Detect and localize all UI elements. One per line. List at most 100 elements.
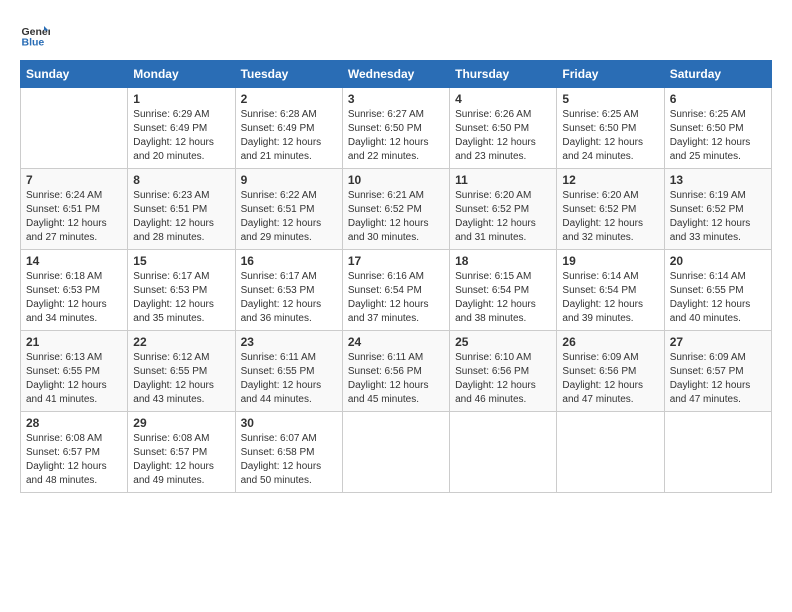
day-number: 27	[670, 335, 766, 349]
logo: General Blue	[20, 20, 52, 50]
calendar-cell: 22Sunrise: 6:12 AMSunset: 6:55 PMDayligh…	[128, 331, 235, 412]
day-info: Sunrise: 6:24 AMSunset: 6:51 PMDaylight:…	[26, 189, 122, 245]
calendar-cell: 3 Sunrise: 6:27 AMSunset: 6:50 PMDaylight…	[342, 88, 449, 169]
day-info: Sunrise: 6:20 AMSunset: 6:52 PMDaylight:…	[562, 189, 658, 245]
day-info: Sunrise: 6:11 AMSunset: 6:55 PMDaylight:…	[241, 351, 337, 407]
day-number: 10	[348, 173, 444, 187]
calendar-cell: 2Sunrise: 6:28 AMSunset: 6:49 PMDaylight…	[235, 88, 342, 169]
calendar-cell: 14 Sunrise: 6:18 AMSunset: 6:53 PMDayligh…	[21, 250, 128, 331]
day-info: Sunrise: 6:07 AMSunset: 6:58 PMDaylight:…	[241, 432, 337, 488]
day-number: 20	[670, 254, 766, 268]
day-number: 6	[670, 92, 766, 106]
day-info: Sunrise: 6:12 AMSunset: 6:55 PMDaylight:…	[133, 351, 229, 407]
day-info: Sunrise: 6:18 AMSunset: 6:53 PMDaylight:…	[26, 270, 122, 326]
day-number: 15	[133, 254, 229, 268]
calendar-cell: 5 Sunrise: 6:25 AMSunset: 6:50 PMDaylight…	[557, 88, 664, 169]
day-number: 9	[241, 173, 337, 187]
day-info: Sunrise: 6:08 AMSunset: 6:57 PMDaylight:…	[133, 432, 229, 488]
day-number: 30	[241, 416, 337, 430]
calendar-cell: 18 Sunrise: 6:15 AMSunset: 6:54 PMDayligh…	[450, 250, 557, 331]
day-info: Sunrise: 6:27 AMSunset: 6:50 PMDaylight:…	[348, 108, 444, 164]
week-row-4: 21Sunrise: 6:13 AMSunset: 6:55 PMDayligh…	[21, 331, 772, 412]
day-number: 19	[562, 254, 658, 268]
calendar-cell: 19 Sunrise: 6:14 AMSunset: 6:54 PMDayligh…	[557, 250, 664, 331]
day-number: 8	[133, 173, 229, 187]
header-sunday: Sunday	[21, 61, 128, 88]
days-header-row: SundayMondayTuesdayWednesdayThursdayFrid…	[21, 61, 772, 88]
calendar-cell: 17 Sunrise: 6:16 AMSunset: 6:54 PMDayligh…	[342, 250, 449, 331]
logo-icon: General Blue	[20, 20, 50, 50]
day-info: Sunrise: 6:23 AMSunset: 6:51 PMDaylight:…	[133, 189, 229, 245]
header-thursday: Thursday	[450, 61, 557, 88]
day-info: Sunrise: 6:08 AMSunset: 6:57 PMDaylight:…	[26, 432, 122, 488]
calendar-cell: 8 Sunrise: 6:23 AMSunset: 6:51 PMDaylight…	[128, 169, 235, 250]
calendar-cell	[557, 412, 664, 493]
day-number: 16	[241, 254, 337, 268]
week-row-1: 1 Sunrise: 6:29 AMSunset: 6:49 PMDaylight…	[21, 88, 772, 169]
calendar-cell	[21, 88, 128, 169]
calendar-cell: 24 Sunrise: 6:11 AMSunset: 6:56 PMDayligh…	[342, 331, 449, 412]
calendar-cell: 21Sunrise: 6:13 AMSunset: 6:55 PMDayligh…	[21, 331, 128, 412]
header-tuesday: Tuesday	[235, 61, 342, 88]
day-info: Sunrise: 6:25 AMSunset: 6:50 PMDaylight:…	[562, 108, 658, 164]
day-number: 3	[348, 92, 444, 106]
day-info: Sunrise: 6:22 AMSunset: 6:51 PMDaylight:…	[241, 189, 337, 245]
day-info: Sunrise: 6:29 AMSunset: 6:49 PMDaylight:…	[133, 108, 229, 164]
day-info: Sunrise: 6:11 AMSunset: 6:56 PMDaylight:…	[348, 351, 444, 407]
calendar-cell: 13 Sunrise: 6:19 AMSunset: 6:52 PMDayligh…	[664, 169, 771, 250]
calendar-cell: 9 Sunrise: 6:22 AMSunset: 6:51 PMDaylight…	[235, 169, 342, 250]
day-number: 1	[133, 92, 229, 106]
calendar-cell: 6 Sunrise: 6:25 AMSunset: 6:50 PMDaylight…	[664, 88, 771, 169]
calendar-cell: 7 Sunrise: 6:24 AMSunset: 6:51 PMDaylight…	[21, 169, 128, 250]
calendar-cell: 10 Sunrise: 6:21 AMSunset: 6:52 PMDayligh…	[342, 169, 449, 250]
calendar-cell	[450, 412, 557, 493]
header-saturday: Saturday	[664, 61, 771, 88]
day-number: 28	[26, 416, 122, 430]
day-number: 23	[241, 335, 337, 349]
day-number: 25	[455, 335, 551, 349]
calendar-cell: 20 Sunrise: 6:14 AMSunset: 6:55 PMDayligh…	[664, 250, 771, 331]
day-info: Sunrise: 6:10 AMSunset: 6:56 PMDaylight:…	[455, 351, 551, 407]
week-row-5: 28 Sunrise: 6:08 AMSunset: 6:57 PMDayligh…	[21, 412, 772, 493]
day-info: Sunrise: 6:21 AMSunset: 6:52 PMDaylight:…	[348, 189, 444, 245]
calendar-cell: 28 Sunrise: 6:08 AMSunset: 6:57 PMDayligh…	[21, 412, 128, 493]
calendar-cell: 1 Sunrise: 6:29 AMSunset: 6:49 PMDaylight…	[128, 88, 235, 169]
day-info: Sunrise: 6:14 AMSunset: 6:55 PMDaylight:…	[670, 270, 766, 326]
calendar-cell: 27 Sunrise: 6:09 AMSunset: 6:57 PMDayligh…	[664, 331, 771, 412]
header-friday: Friday	[557, 61, 664, 88]
week-row-2: 7 Sunrise: 6:24 AMSunset: 6:51 PMDaylight…	[21, 169, 772, 250]
calendar-table: SundayMondayTuesdayWednesdayThursdayFrid…	[20, 60, 772, 493]
day-number: 18	[455, 254, 551, 268]
calendar-cell: 15 Sunrise: 6:17 AMSunset: 6:53 PMDayligh…	[128, 250, 235, 331]
day-number: 14	[26, 254, 122, 268]
day-number: 29	[133, 416, 229, 430]
calendar-cell: 29 Sunrise: 6:08 AMSunset: 6:57 PMDayligh…	[128, 412, 235, 493]
day-info: Sunrise: 6:25 AMSunset: 6:50 PMDaylight:…	[670, 108, 766, 164]
day-info: Sunrise: 6:15 AMSunset: 6:54 PMDaylight:…	[455, 270, 551, 326]
day-number: 2	[241, 92, 337, 106]
calendar-cell: 12Sunrise: 6:20 AMSunset: 6:52 PMDayligh…	[557, 169, 664, 250]
day-number: 13	[670, 173, 766, 187]
day-info: Sunrise: 6:17 AMSunset: 6:53 PMDaylight:…	[241, 270, 337, 326]
day-info: Sunrise: 6:17 AMSunset: 6:53 PMDaylight:…	[133, 270, 229, 326]
day-number: 24	[348, 335, 444, 349]
day-info: Sunrise: 6:19 AMSunset: 6:52 PMDaylight:…	[670, 189, 766, 245]
day-number: 7	[26, 173, 122, 187]
header: General Blue	[20, 20, 772, 50]
day-info: Sunrise: 6:14 AMSunset: 6:54 PMDaylight:…	[562, 270, 658, 326]
day-number: 5	[562, 92, 658, 106]
calendar-cell: 25 Sunrise: 6:10 AMSunset: 6:56 PMDayligh…	[450, 331, 557, 412]
week-row-3: 14 Sunrise: 6:18 AMSunset: 6:53 PMDayligh…	[21, 250, 772, 331]
header-monday: Monday	[128, 61, 235, 88]
calendar-cell: 26Sunrise: 6:09 AMSunset: 6:56 PMDayligh…	[557, 331, 664, 412]
day-number: 4	[455, 92, 551, 106]
calendar-cell: 4 Sunrise: 6:26 AMSunset: 6:50 PMDaylight…	[450, 88, 557, 169]
calendar-cell	[342, 412, 449, 493]
day-number: 21	[26, 335, 122, 349]
day-info: Sunrise: 6:16 AMSunset: 6:54 PMDaylight:…	[348, 270, 444, 326]
calendar-cell	[664, 412, 771, 493]
day-info: Sunrise: 6:26 AMSunset: 6:50 PMDaylight:…	[455, 108, 551, 164]
calendar-cell: 16 Sunrise: 6:17 AMSunset: 6:53 PMDayligh…	[235, 250, 342, 331]
day-number: 17	[348, 254, 444, 268]
day-info: Sunrise: 6:09 AMSunset: 6:57 PMDaylight:…	[670, 351, 766, 407]
